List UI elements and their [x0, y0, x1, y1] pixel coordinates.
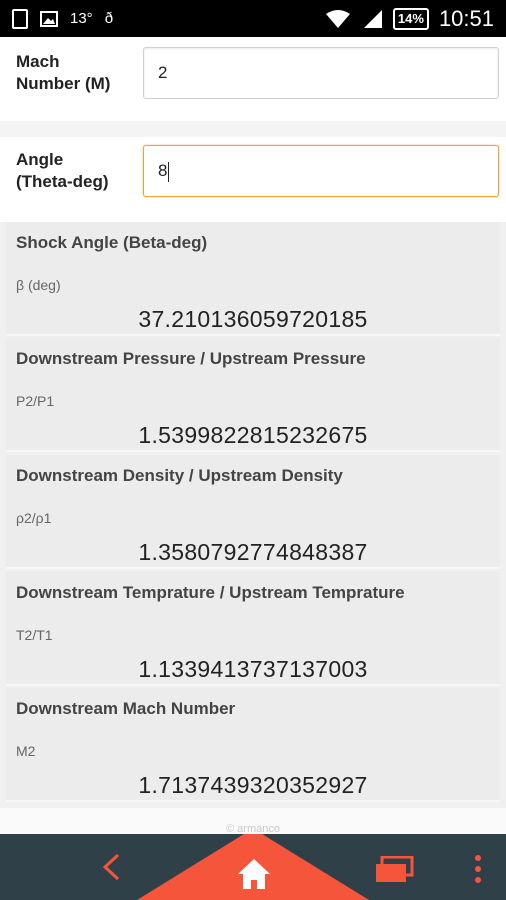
separator: [0, 121, 506, 137]
temperature-text: 13°: [70, 10, 93, 27]
result-value: 1.5399822815232675: [138, 422, 368, 448]
result-value: 1.7137439320352927: [138, 772, 368, 798]
result-value: 1.1339413737137003: [138, 656, 368, 682]
signal-icon: [363, 9, 382, 28]
angle-label-line2: (Theta-deg): [16, 172, 109, 191]
result-pressure-ratio: Downstream Pressure / Upstream Pressure …: [6, 338, 500, 452]
results-panel: Shock Angle (Beta-deg) β (deg) 37.210136…: [0, 222, 506, 808]
result-symbol: M2: [16, 743, 36, 759]
result-symbol: P2/P1: [16, 393, 55, 409]
result-symbol: ρ2/ρ1: [16, 510, 52, 526]
status-left: 13° ð: [12, 0, 113, 37]
back-arrow-icon[interactable]: [96, 852, 126, 882]
result-title: Shock Angle (Beta-deg): [16, 233, 208, 252]
angle-value: 8: [158, 161, 168, 180]
wifi-icon: [325, 9, 350, 28]
result-title: Downstream Density / Upstream Density: [16, 466, 343, 485]
result-downstream-mach: Downstream Mach Number M2 1.713743932035…: [6, 688, 500, 802]
recent-apps-icon[interactable]: [374, 856, 414, 884]
mach-number-input[interactable]: 2: [143, 47, 499, 99]
overflow-menu-icon[interactable]: [468, 854, 488, 884]
angle-label-line1: Angle: [16, 150, 64, 169]
angle-input[interactable]: 8: [143, 145, 499, 197]
image-icon: [40, 10, 58, 27]
mach-number-value: 2: [158, 63, 168, 82]
result-title: Downstream Pressure / Upstream Pressure: [16, 349, 366, 368]
result-value: 37.210136059720185: [138, 306, 368, 332]
bottom-nav-bar: [0, 834, 506, 900]
result-density-ratio: Downstream Density / Upstream Density ρ2…: [6, 455, 500, 569]
result-symbol: β (deg): [16, 277, 61, 293]
footer-credit: © armanco: [0, 808, 506, 834]
battery-icon: 14%: [392, 7, 429, 30]
result-temperature-ratio: Downstream Temprature / Upstream Temprat…: [6, 572, 500, 686]
result-title: Downstream Mach Number: [16, 699, 236, 718]
result-shock-angle: Shock Angle (Beta-deg) β (deg) 37.210136…: [6, 222, 500, 336]
result-value: 1.3580792774848387: [138, 539, 368, 565]
angle-label: Angle (Theta-deg): [16, 149, 109, 193]
home-icon[interactable]: [236, 856, 272, 892]
status-right: 14% 10:51: [325, 0, 494, 37]
text-caret: [168, 161, 170, 182]
result-symbol: T2/T1: [16, 627, 53, 643]
result-title: Downstream Temprature / Upstream Temprat…: [16, 583, 405, 602]
status-bar: 13° ð 14% 10:51: [0, 0, 506, 37]
mach-row: Mach Number (M) 2: [0, 37, 506, 121]
clock: 10:51: [438, 5, 494, 31]
mach-label-line1: Mach: [16, 52, 60, 71]
mach-label-line2: Number (M): [16, 74, 111, 93]
angle-row: Angle (Theta-deg) 8: [0, 137, 506, 222]
status-glyph: ð: [104, 10, 114, 27]
sim-icon: [12, 8, 28, 29]
mach-label: Mach Number (M): [16, 51, 110, 95]
